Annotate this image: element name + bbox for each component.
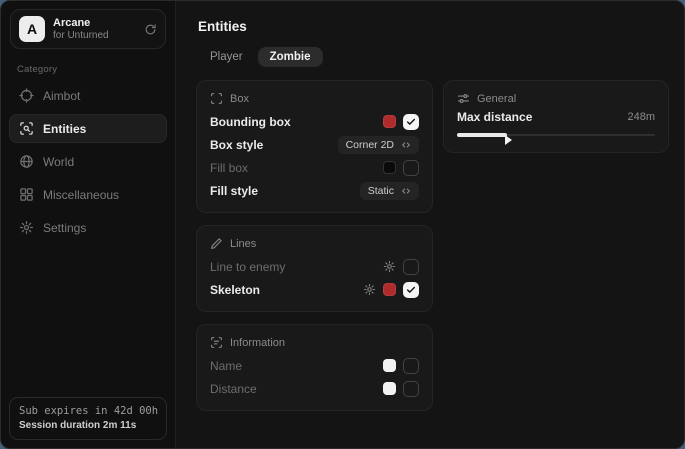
setting-row-bounding-box: Bounding box (210, 110, 419, 133)
max-distance-slider[interactable] (457, 128, 655, 142)
skeleton-checkbox[interactable] (403, 282, 419, 298)
bounding-box-checkbox[interactable] (403, 114, 419, 130)
sidebar-item-miscellaneous[interactable]: Miscellaneous (9, 180, 167, 209)
line-to-enemy-checkbox[interactable] (403, 259, 419, 275)
category-label: Category (17, 64, 175, 75)
color-swatch[interactable] (383, 359, 396, 372)
setting-label: Bounding box (210, 115, 291, 129)
sidebar-item-label: World (43, 155, 74, 169)
fill-style-dropdown[interactable]: Static (360, 182, 419, 200)
tab-zombie[interactable]: Zombie (258, 47, 323, 67)
setting-row-distance: Distance (210, 377, 419, 400)
setting-label: Box style (210, 138, 263, 152)
entity-tabs: Player Zombie (198, 47, 669, 67)
app-subtitle: for Unturned (53, 30, 136, 42)
sliders-icon (457, 92, 470, 105)
sidebar-item-label: Aimbot (43, 89, 80, 103)
lines-card: Lines Line to enemy Skeleton (196, 225, 433, 312)
box-style-dropdown[interactable]: Corner 2D (338, 136, 419, 154)
chevrons-left-right-icon (401, 186, 411, 196)
setting-row-line-to-enemy: Line to enemy (210, 255, 419, 278)
card-title: Information (230, 337, 285, 349)
app-logo: A (19, 16, 45, 42)
slider-fill (457, 133, 507, 137)
sub-expiry-text: Sub expires in 42d 00h (19, 405, 157, 417)
setting-row-box-style: Box style Corner 2D (210, 133, 419, 156)
setting-row-fill-box: Fill box (210, 156, 419, 179)
box-card: Box Bounding box Box style Corne (196, 80, 433, 213)
brand-card: A Arcane for Unturned (10, 9, 166, 49)
scan-icon (210, 92, 223, 105)
distance-checkbox[interactable] (403, 381, 419, 397)
gear-icon[interactable] (383, 260, 396, 273)
scan-text-icon (210, 336, 223, 349)
setting-row-fill-style: Fill style Static (210, 179, 419, 202)
sidebar-item-aimbot[interactable]: Aimbot (9, 81, 167, 110)
sidebar-item-settings[interactable]: Settings (9, 213, 167, 242)
sidebar-nav: Aimbot Entities World Miscellaneous Sett… (1, 79, 175, 244)
chevrons-left-right-icon (401, 140, 411, 150)
main-panel: Entities Player Zombie Box Bounding box (176, 1, 684, 448)
sidebar-item-world[interactable]: World (9, 147, 167, 176)
setting-label: Distance (210, 382, 257, 396)
setting-row-name: Name (210, 354, 419, 377)
information-card: Information Name Distance (196, 324, 433, 411)
scan-search-icon (19, 121, 34, 136)
tab-player[interactable]: Player (198, 47, 255, 67)
name-checkbox[interactable] (403, 358, 419, 374)
session-duration-text: Session duration 2m 11s (19, 420, 157, 431)
globe-icon (19, 154, 34, 169)
fill-box-checkbox[interactable] (403, 160, 419, 176)
sidebar-item-label: Miscellaneous (43, 188, 119, 202)
slider-thumb[interactable] (505, 135, 512, 145)
app-name: Arcane (53, 17, 136, 30)
max-distance-value: 248m (627, 111, 655, 123)
card-title: Box (230, 93, 249, 105)
gear-icon (19, 220, 34, 235)
max-distance-label: Max distance (457, 110, 532, 124)
color-swatch[interactable] (383, 283, 396, 296)
crosshair-icon (19, 88, 34, 103)
sidebar-item-entities[interactable]: Entities (9, 114, 167, 143)
setting-row-skeleton: Skeleton (210, 278, 419, 301)
refresh-icon[interactable] (144, 23, 157, 36)
gear-icon[interactable] (363, 283, 376, 296)
color-swatch[interactable] (383, 161, 396, 174)
color-swatch[interactable] (383, 115, 396, 128)
app-window: A Arcane for Unturned Category Aimbot En… (0, 0, 685, 449)
setting-label: Name (210, 359, 242, 373)
card-title: General (477, 93, 516, 105)
subscription-info-card: Sub expires in 42d 00h Session duration … (9, 397, 167, 440)
grid-icon (19, 187, 34, 202)
dropdown-value: Static (368, 185, 394, 197)
page-title: Entities (198, 19, 669, 34)
setting-label: Skeleton (210, 283, 260, 297)
sidebar-item-label: Entities (43, 122, 86, 136)
setting-label: Line to enemy (210, 260, 285, 274)
color-swatch[interactable] (383, 382, 396, 395)
pencil-line-icon (210, 237, 223, 250)
dropdown-value: Corner 2D (346, 139, 394, 151)
sidebar: A Arcane for Unturned Category Aimbot En… (1, 1, 176, 448)
general-card: General Max distance 248m (443, 80, 669, 153)
setting-label: Fill style (210, 184, 258, 198)
card-title: Lines (230, 238, 256, 250)
sidebar-item-label: Settings (43, 221, 86, 235)
setting-label: Fill box (210, 161, 248, 175)
